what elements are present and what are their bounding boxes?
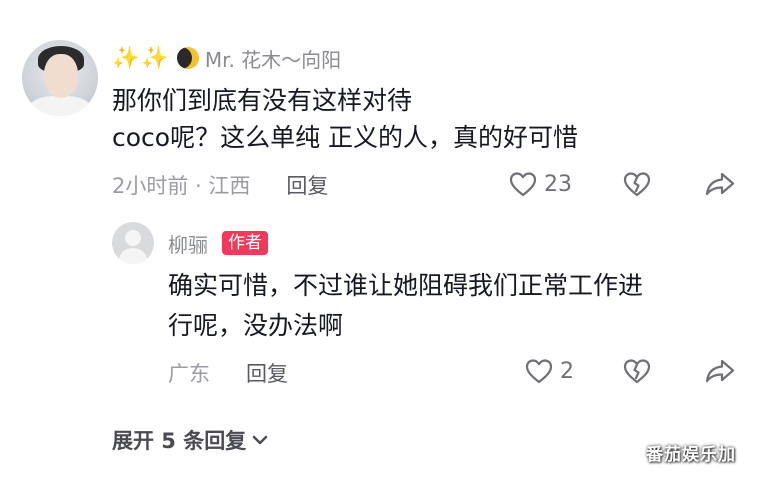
reply-button[interactable]: 回复 [286,170,328,200]
comment-text-line: 那你们到底有没有这样对待 [112,86,413,115]
sparkle-icon: ✨ [141,45,169,71]
share-icon [705,359,735,383]
avatar[interactable] [22,40,98,116]
chevron-down-icon [253,435,268,445]
share-icon [705,172,735,196]
expand-replies-label: 展开 5 条回复 [112,429,247,453]
comment-text-line: coco呢？这么单纯 正义的人，真的好可惜 [112,123,579,152]
reply-text-line: 行呢，没办法啊 [168,311,344,340]
sparkle-icon: ✨ [112,45,140,71]
comment-text[interactable]: 那你们到底有没有这样对待 coco呢？这么单纯 正义的人，真的好可惜 [112,82,578,156]
dislike-icon [623,359,651,384]
reply-text[interactable]: 确实可惜，不过谁让她阻碍我们正常工作进 行呢，没办法啊 [168,266,643,346]
like-button[interactable]: 2 [524,357,574,385]
dislike-icon [623,172,651,197]
reply-user-row: 柳骊 作者 [168,226,268,260]
avatar-placeholder-body [119,248,147,264]
expand-replies-button[interactable]: 展开 5 条回复 [112,422,270,458]
reply-username[interactable]: 柳骊 [168,229,208,258]
watermark: 番茄娱乐加 [646,445,736,465]
comment-username[interactable]: Mr. 花木～向阳 [205,44,341,73]
reply-meta: 广东 回复 [168,356,288,390]
like-button[interactable]: 23 [508,170,572,198]
comment-time-location: 2小时前 · 江西 [112,174,251,198]
reply-avatar[interactable] [112,222,154,264]
like-count: 23 [544,171,572,197]
share-button[interactable] [704,170,736,198]
reply-text-line: 确实可惜，不过谁让她阻碍我们正常工作进 [168,271,644,300]
heart-icon [509,172,537,197]
avatar-face [44,54,78,98]
heart-icon [525,359,553,384]
avatar-shoulder [28,96,92,116]
dislike-button[interactable] [622,357,652,385]
reply-button[interactable]: 回复 [246,358,288,388]
avatar-placeholder-head [125,230,141,246]
reply-location: 广东 [168,362,210,386]
dislike-button[interactable] [622,170,652,198]
comment-meta: 2小时前 · 江西 回复 [112,168,328,202]
share-button[interactable] [704,357,736,385]
author-badge: 作者 [222,231,268,255]
moon-icon [176,47,199,69]
comment-user-row: ✨ ✨ Mr. 花木～向阳 [112,42,341,74]
like-count: 2 [560,358,574,384]
